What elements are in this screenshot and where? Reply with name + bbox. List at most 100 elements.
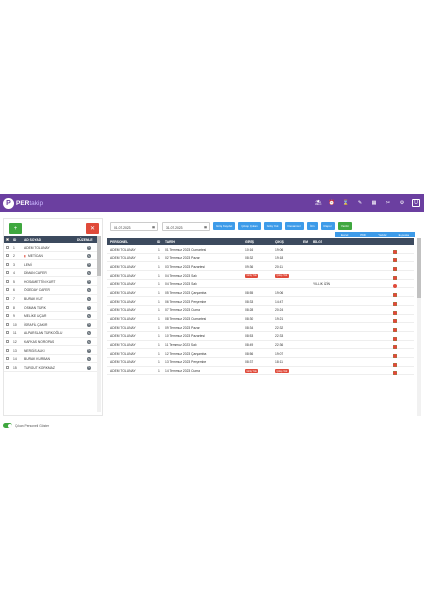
table-row[interactable]: ADEM TOLUNAY 1 01 Temmuz 2023 Cumartesi 10:… [107,245,414,254]
list-item[interactable]: 7 BURAK KUT ✎ [4,295,97,304]
list-item[interactable]: 8 OSMAN TÜRK ✎ [4,303,97,312]
table-row[interactable]: ADEM TOLUNAY 1 09 Temmuz 2023 Pazar 08:34 22… [107,323,414,332]
edit-icon[interactable]: ✎ [87,331,91,336]
col-personel[interactable]: PERSONEL [110,240,128,244]
row-checkbox[interactable] [6,271,9,275]
edit-icon[interactable]: ✎ [87,245,91,250]
scrollbar-thumb[interactable] [417,238,421,298]
table-row[interactable]: ADEM TOLUNAY 1 13 Temmuz 2023 Perşembe 08:3… [107,358,414,367]
row-checkbox[interactable] [6,288,9,292]
col-tarih[interactable]: TARİH [165,240,175,244]
row-checkbox[interactable] [6,297,9,301]
edit-icon[interactable]: ✎ [87,279,91,284]
list-item[interactable]: 2 METİCAN ▮ ✎ [4,252,97,261]
col-bilgi[interactable]: BİLGİ [313,240,322,244]
calendar-icon[interactable]: ▦ [152,225,155,229]
edit-icon[interactable]: ✎ [87,288,91,293]
alarm-icon[interactable]: ⏰ [328,198,336,207]
row-checkbox[interactable] [6,245,9,249]
table-row[interactable]: ADEM TOLUNAY 1 14 Temmuz 2023 Cuma Giriş Yo… [107,367,414,376]
action-button[interactable]: Rapor [320,222,335,230]
row-checkbox[interactable] [6,279,9,283]
list-item[interactable]: 10 İSRAFİL ÇAKIR ✎ [4,320,97,329]
hourglass-icon[interactable]: ⌛ [342,198,350,207]
edit-icon[interactable]: ✎ [87,365,91,370]
table-row[interactable]: ADEM TOLUNAY 1 08 Temmuz 2023 Cumartesi 08:… [107,315,414,324]
scrollbar-thumb[interactable] [97,236,101,276]
col-giris[interactable]: GİRİŞ [245,240,254,244]
export-button[interactable]: Yazdır [378,233,386,237]
row-checkbox[interactable] [6,340,9,344]
list-item[interactable]: 15 TURGUT KORKMAZ ✎ [4,363,97,372]
edit-icon[interactable]: ✎ [87,271,91,276]
personnel-scrollbar[interactable] [97,236,101,412]
table-row[interactable]: ADEM TOLUNAY 1 07 Temmuz 2023 Cuma 08:28 20:… [107,306,414,315]
col-cikis[interactable]: ÇIKIŞ [275,240,284,244]
action-button[interactable]: Çıkışı Çıkan [238,222,261,230]
edit-icon[interactable]: ✎ [87,314,91,319]
edit-icon[interactable]: ✎ [87,254,91,259]
action-button[interactable]: Devamsız [284,222,304,230]
action-button[interactable]: Giriş Yok [263,222,282,230]
select-all-checkbox[interactable] [6,238,9,241]
remove-personnel-button[interactable]: ✕ [86,223,99,234]
attendance-scrollbar[interactable] [417,238,421,416]
list-item[interactable]: 9 MELİKE UÇAR ✎ [4,312,97,321]
row-checkbox[interactable] [6,331,9,335]
table-row[interactable]: ADEM TOLUNAY 1 03 Temmuz 2023 Pazartesi 09:… [107,262,414,272]
tools-icon[interactable]: ✂ [384,198,392,207]
table-row[interactable]: ADEM TOLUNAY 1 04 Temmuz 2023 Salı Giriş Yo… [107,271,414,280]
row-checkbox[interactable] [6,305,9,309]
action-button[interactable]: Yazdır [337,222,353,230]
list-item[interactable]: 1 ADEM TOLUNAY ✎ [4,243,97,252]
export-button[interactable]: E-posta [399,233,409,237]
table-row[interactable]: ADEM TOLUNAY 1 11 Temmuz 2023 Salı 08:49 22:… [107,341,414,350]
col-id[interactable]: ID [13,238,16,242]
table-row[interactable]: ADEM TOLUNAY 1 04 Temmuz 2023 Salı YILLIK İ… [107,280,414,289]
row-checkbox[interactable] [6,322,9,326]
vacation-icon[interactable]: ⛱ [314,198,322,207]
row-checkbox[interactable] [6,262,9,266]
list-item[interactable]: 13 NERGİS ALKI ✎ [4,346,97,355]
list-item[interactable]: 4 DİMAN CAFER ✎ [4,269,97,278]
edit-icon[interactable]: ✎ [87,348,91,353]
table-row[interactable]: ADEM TOLUNAY 1 02 Temmuz 2023 Pazar 08:32 19… [107,254,414,263]
table-row[interactable]: ADEM TOLUNAY 1 06 Temmuz 2023 Perşembe 08:3… [107,297,414,306]
list-item[interactable]: 12 KAFKAS NOROPAS ✎ [4,338,97,347]
action-button[interactable]: İzin [306,222,318,230]
action-button[interactable]: Giriş Kaydet [213,222,236,230]
row-checkbox[interactable] [6,254,9,258]
user-menu-button[interactable]: U [412,198,420,207]
col-id[interactable]: ID [157,240,160,244]
table-row[interactable]: ADEM TOLUNAY 1 05 Temmuz 2023 Çarşamba 08:5… [107,288,414,298]
table-row[interactable]: ADEM TOLUNAY 1 12 Temmuz 2023 Çarşamba 08:5… [107,349,414,358]
edit-icon[interactable]: ✎ [87,357,91,362]
add-personnel-button[interactable]: + [9,223,22,234]
edit-icon[interactable]: ✎ [87,305,91,310]
end-date-input[interactable]: 31.07.2023 ▦ [162,222,210,231]
col-name[interactable]: AD SOYAD [24,238,41,242]
col-em[interactable]: EM [303,240,308,244]
export-button[interactable]: PDF [360,233,366,237]
edit-icon[interactable]: ✎ [87,262,91,267]
show-departed-toggle[interactable] [3,423,12,428]
edit-icon[interactable]: ✎ [356,198,364,207]
settings-icon[interactable]: ⚙ [398,198,406,207]
row-checkbox[interactable] [6,348,9,352]
list-item[interactable]: 5 HOSAMETTİN KURT ✎ [4,277,97,286]
calendar-icon[interactable]: ▦ [370,198,378,207]
table-row[interactable]: ADEM TOLUNAY 1 10 Temmuz 2023 Pazartesi 08:… [107,332,414,341]
row-checkbox[interactable] [6,357,9,361]
list-item[interactable]: 6 ÖGEDAY CAFER ✎ [4,286,97,295]
list-item[interactable]: 11 ALPARSLAN TÜRKOĞLU ✎ [4,329,97,338]
row-checkbox[interactable] [6,365,9,369]
start-date-input[interactable]: 01.07.2023 ▦ [110,222,158,231]
edit-icon[interactable]: ✎ [87,322,91,327]
list-item[interactable]: 3 LEMİ ✎ [4,260,97,269]
list-item[interactable]: 14 BURAK KURBAN ✎ [4,355,97,364]
row-checkbox[interactable] [6,314,9,318]
edit-icon[interactable]: ✎ [87,297,91,302]
calendar-icon[interactable]: ▦ [204,225,207,229]
export-button[interactable]: Excel [341,233,348,237]
app-logo[interactable]: P PERtakip [3,197,43,209]
